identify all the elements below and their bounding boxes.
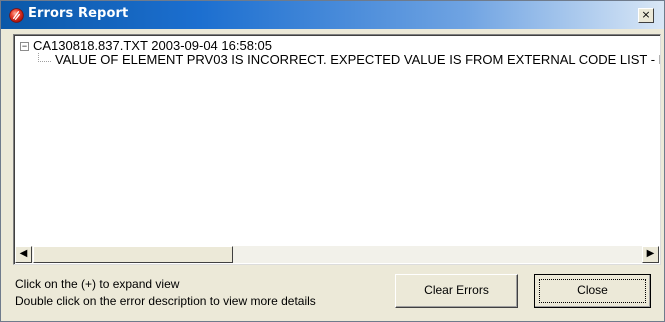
tree-node-file-label[interactable]: CA130818.837.TXT 2003-09-04 16:58:05: [33, 38, 272, 53]
scroll-left-button[interactable]: ◀: [15, 246, 32, 263]
tree-connector-line: [38, 53, 51, 62]
collapse-toggle-icon[interactable]: −: [20, 42, 29, 52]
clear-errors-label: Clear Errors: [424, 283, 489, 297]
arrow-left-icon: ◀: [19, 248, 28, 259]
title-bar[interactable]: Errors Report ×: [1, 1, 664, 29]
horizontal-scrollbar[interactable]: ◀ ▶: [15, 246, 659, 263]
hint-expand: Click on the (+) to expand view: [15, 277, 180, 291]
close-window-button[interactable]: ×: [638, 8, 654, 23]
errors-tree-view[interactable]: − CA130818.837.TXT 2003-09-04 16:58:05 VA…: [13, 34, 661, 265]
close-button[interactable]: Close: [534, 274, 651, 308]
scrollbar-thumb[interactable]: [33, 246, 233, 263]
error-description[interactable]: VALUE OF ELEMENT PRV03 IS INCORRECT. EXP…: [55, 52, 660, 67]
window-title: Errors Report: [28, 6, 129, 21]
errors-report-dialog: Errors Report × − CA130818.837.TXT 2003-0…: [0, 0, 665, 322]
error-orb-icon: [9, 8, 24, 23]
scroll-right-button[interactable]: ▶: [642, 246, 659, 263]
tree-node-error[interactable]: VALUE OF ELEMENT PRV03 IS INCORRECT. EXP…: [38, 52, 660, 70]
close-icon: ×: [641, 8, 651, 21]
close-button-label: Close: [577, 283, 608, 297]
arrow-right-icon: ▶: [646, 248, 655, 259]
clear-errors-button[interactable]: Clear Errors: [395, 274, 518, 308]
hint-details: Double click on the error description to…: [15, 294, 316, 308]
